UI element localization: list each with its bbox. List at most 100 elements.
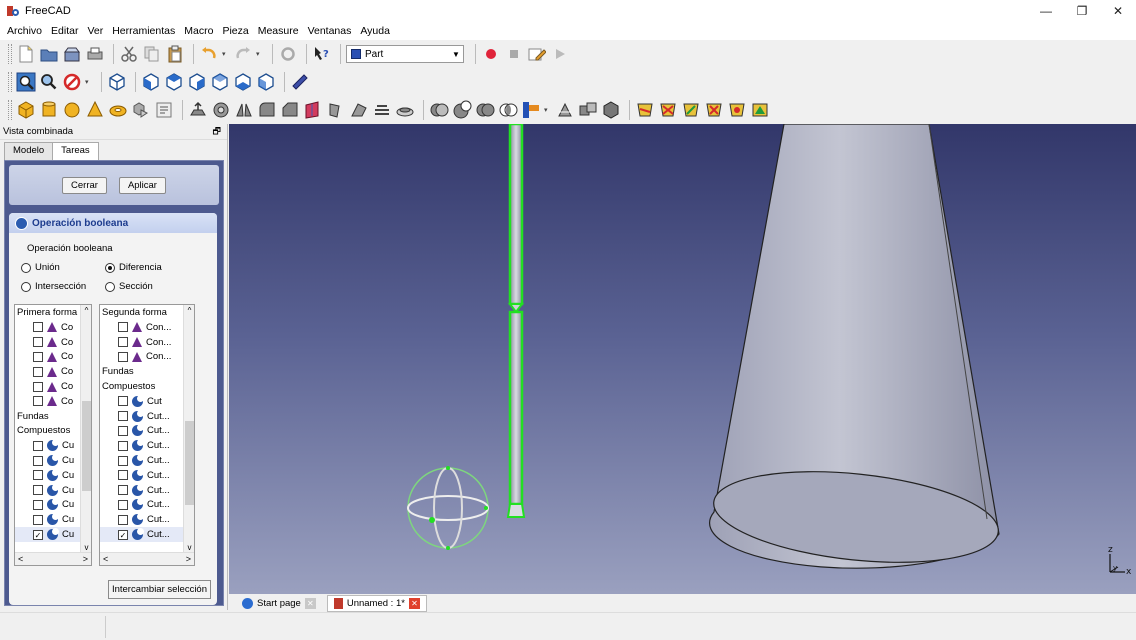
measure-refresh-icon[interactable] — [681, 100, 701, 120]
checkbox[interactable] — [33, 440, 43, 451]
bottom-view-icon[interactable] — [233, 72, 253, 92]
ruled-surface-icon[interactable] — [326, 100, 346, 120]
first-shape-list[interactable]: Primera forma Co Co Co Co Co Co Fundas Compuest… — [14, 304, 92, 566]
menu-macro[interactable]: Macro — [184, 25, 213, 37]
checkbox[interactable] — [118, 485, 128, 496]
split-icon[interactable] — [555, 100, 575, 120]
checkbox[interactable]: ✓ — [33, 529, 43, 540]
scroll-left-icon[interactable]: < — [18, 554, 23, 564]
menu-ayuda[interactable]: Ayuda — [360, 25, 390, 37]
fit-all-icon[interactable] — [16, 72, 36, 92]
refresh-icon[interactable] — [278, 44, 298, 64]
minimize-button[interactable]: — — [1028, 0, 1064, 22]
measure-angular-icon[interactable] — [658, 100, 678, 120]
checkbox[interactable] — [118, 425, 128, 436]
list-item[interactable]: ✓ Cut... — [100, 527, 194, 542]
shape-builder-icon[interactable] — [154, 100, 174, 120]
second-shape-header[interactable]: Segunda forma — [100, 305, 194, 320]
radio-union[interactable]: Unión — [21, 262, 105, 273]
redo-icon[interactable] — [233, 44, 253, 64]
checkbox[interactable] — [33, 337, 43, 348]
new-document-icon[interactable] — [16, 44, 36, 64]
checkbox[interactable] — [118, 411, 128, 422]
scroll-right-icon[interactable]: > — [83, 554, 88, 564]
extrude-icon[interactable] — [188, 100, 208, 120]
scroll-thumb[interactable] — [185, 421, 194, 505]
menu-ver[interactable]: Ver — [87, 25, 103, 37]
checkbox[interactable] — [118, 351, 128, 362]
checkbox[interactable] — [33, 351, 43, 362]
close-icon[interactable]: ✕ — [304, 597, 316, 609]
make-face-icon[interactable] — [303, 100, 323, 120]
record-macro-icon[interactable] — [481, 44, 501, 64]
scroll-up-icon[interactable]: ^ — [184, 305, 194, 316]
menu-editar[interactable]: Editar — [51, 25, 78, 37]
measure-clear-icon[interactable] — [704, 100, 724, 120]
cut-boolean-icon[interactable] — [452, 100, 472, 120]
measure-toggle-3d-icon[interactable] — [727, 100, 747, 120]
measure-toggle-delta-icon[interactable] — [750, 100, 770, 120]
copy-icon[interactable] — [142, 44, 162, 64]
measure-distance-icon[interactable] — [290, 72, 310, 92]
cone-primitive-icon[interactable] — [85, 100, 105, 120]
loft-icon[interactable] — [349, 100, 369, 120]
restore-button[interactable]: ❐ — [1064, 0, 1100, 22]
checkbox[interactable] — [118, 440, 128, 451]
checkbox[interactable] — [33, 514, 43, 525]
left-view-icon[interactable] — [256, 72, 276, 92]
boolean-panel-header[interactable]: Operación booleana — [9, 213, 217, 233]
cut-scissors-icon[interactable] — [119, 44, 139, 64]
checkbox[interactable] — [33, 470, 43, 481]
3d-viewport[interactable]: z y x — [229, 124, 1136, 594]
check-geometry-icon[interactable] — [601, 100, 621, 120]
list-item[interactable]: Cut... — [100, 424, 194, 439]
draw-style-dropdown-icon[interactable]: ▾ — [85, 78, 93, 86]
menu-measure[interactable]: Measure — [258, 25, 299, 37]
list-item[interactable]: Cut... — [100, 512, 194, 527]
list-item[interactable]: Cut... — [100, 409, 194, 424]
checkbox[interactable] — [118, 396, 128, 407]
open-folder-icon[interactable] — [39, 44, 59, 64]
box-primitive-icon[interactable] — [16, 100, 36, 120]
workbench-selector[interactable]: Part ▼ — [346, 45, 464, 63]
common-icon[interactable] — [498, 100, 518, 120]
menu-archivo[interactable]: Archivo — [7, 25, 42, 37]
run-macro-icon[interactable] — [550, 44, 570, 64]
torus-primitive-icon[interactable] — [108, 100, 128, 120]
cylinder-primitive-icon[interactable] — [39, 100, 59, 120]
sphere-primitive-icon[interactable] — [62, 100, 82, 120]
rear-view-icon[interactable] — [210, 72, 230, 92]
second-shape-list[interactable]: Segunda forma Con... Con... Con... Fundas Co… — [99, 304, 195, 566]
selected-cylinder-shape[interactable] — [506, 124, 526, 518]
save-icon[interactable] — [62, 44, 82, 64]
radio-seccion[interactable]: Sección — [105, 281, 205, 292]
first-list-vertical-scrollbar[interactable]: ^ v — [80, 305, 91, 553]
tab-start-page[interactable]: Start page ✕ — [235, 595, 323, 612]
sweep-icon[interactable] — [372, 100, 392, 120]
checkbox[interactable] — [118, 470, 128, 481]
list-item[interactable]: Con... — [100, 320, 194, 335]
close-icon[interactable]: ✕ — [408, 597, 420, 609]
chamfer-icon[interactable] — [280, 100, 300, 120]
revolve-icon[interactable] — [211, 100, 231, 120]
fuse-icon[interactable] — [475, 100, 495, 120]
navigation-sphere[interactable] — [407, 466, 489, 550]
cone-shape[interactable] — [709, 124, 1002, 575]
list-item[interactable]: Cut... — [100, 453, 194, 468]
scroll-left-icon[interactable]: < — [103, 554, 108, 564]
checkbox[interactable] — [118, 514, 128, 525]
second-list-horizontal-scrollbar[interactable]: < > — [100, 552, 194, 565]
stop-macro-icon[interactable] — [504, 44, 524, 64]
undock-icon[interactable]: 🗗 — [213, 124, 221, 140]
checkbox[interactable] — [33, 322, 43, 333]
list-item[interactable]: Cut... — [100, 468, 194, 483]
first-list-horizontal-scrollbar[interactable]: < > — [15, 552, 91, 565]
checkbox[interactable]: ✓ — [118, 529, 128, 540]
tab-tareas[interactable]: Tareas — [52, 142, 99, 160]
scroll-thumb[interactable] — [82, 401, 91, 491]
apply-task-button[interactable]: Aplicar — [118, 176, 166, 194]
checkbox[interactable] — [33, 499, 43, 510]
3d-scene[interactable]: z y x — [229, 124, 1136, 594]
redo-dropdown-icon[interactable]: ▾ — [256, 50, 264, 58]
measure-linear-icon[interactable] — [635, 100, 655, 120]
